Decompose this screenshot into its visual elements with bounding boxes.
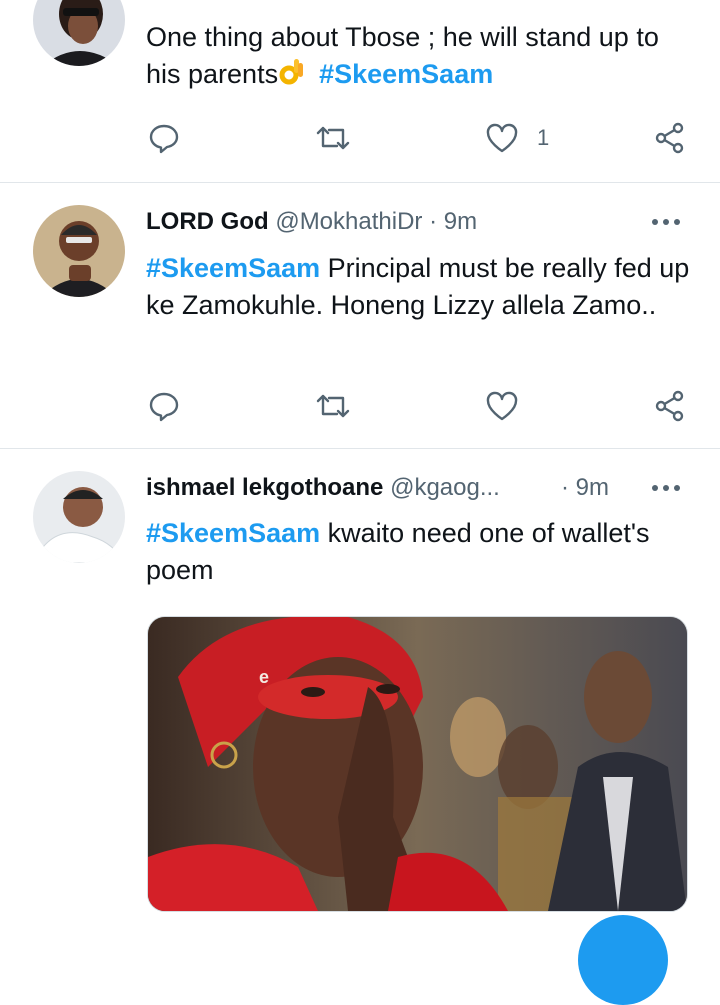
tweet-1[interactable]: One thing about Tbose ; he will stand up… xyxy=(0,0,720,182)
tweet-time: · 9m xyxy=(561,473,609,503)
author-handle[interactable]: @MokhathiDr xyxy=(275,208,422,235)
tweet-header: ishmael lekgothoane @kgaog... xyxy=(146,473,500,503)
heart-icon xyxy=(486,123,518,153)
media-watermark: e xyxy=(259,667,270,687)
more-icon xyxy=(674,485,680,491)
hashtag-link[interactable]: #SkeemSaam xyxy=(146,518,320,548)
media-photo xyxy=(148,617,687,911)
reply-button[interactable] xyxy=(148,120,180,156)
reply-button[interactable] xyxy=(148,388,180,424)
reply-icon xyxy=(149,124,179,154)
timestamp[interactable]: 9m xyxy=(576,474,609,501)
avatar-photo xyxy=(33,205,125,297)
separator-dot: · xyxy=(429,208,438,235)
avatar-photo xyxy=(33,0,125,66)
avatar[interactable] xyxy=(33,471,125,563)
share-button[interactable] xyxy=(654,388,686,424)
heart-icon xyxy=(486,391,518,421)
tweet-actions xyxy=(0,388,720,428)
author-handle[interactable]: @kgaog... xyxy=(390,474,500,501)
share-button[interactable] xyxy=(654,120,686,156)
tweet-text: #SkeemSaam Principal must be really fed … xyxy=(146,250,691,324)
more-icon xyxy=(674,219,680,225)
tweet-media-image[interactable]: e xyxy=(147,616,688,912)
hashtag-link[interactable]: #SkeemSaam xyxy=(146,253,320,283)
tweet-header: LORD God @MokhathiDr · 9m xyxy=(146,207,477,237)
hashtag-link[interactable]: #SkeemSaam xyxy=(319,59,493,89)
avatar[interactable] xyxy=(33,205,125,297)
author-name[interactable]: LORD God xyxy=(146,208,269,235)
tweet-text: One thing about Tbose ; he will stand up… xyxy=(146,19,691,93)
avatar-photo xyxy=(33,471,125,563)
more-options-button[interactable] xyxy=(652,485,682,493)
reply-icon xyxy=(149,392,179,422)
like-button[interactable] xyxy=(485,388,519,424)
author-name[interactable]: ishmael lekgothoane xyxy=(146,474,383,501)
ok-hand-emoji xyxy=(279,59,304,85)
retweet-button[interactable] xyxy=(315,120,351,156)
like-count: 1 xyxy=(537,125,550,150)
share-icon xyxy=(655,122,684,154)
avatar[interactable] xyxy=(33,0,125,66)
separator-dot: · xyxy=(561,474,569,501)
share-icon xyxy=(655,390,684,422)
more-icon xyxy=(663,485,669,491)
more-icon xyxy=(652,485,658,491)
retweet-icon xyxy=(316,394,350,418)
more-options-button[interactable] xyxy=(652,219,682,227)
retweet-button[interactable] xyxy=(315,388,351,424)
more-icon xyxy=(652,219,658,225)
tweet-text: #SkeemSaam kwaito need one of wallet's p… xyxy=(146,515,691,589)
compose-fab[interactable] xyxy=(578,915,668,1005)
timestamp[interactable]: 9m xyxy=(444,208,477,235)
tweet-actions: 1 xyxy=(0,120,720,160)
tweet-2[interactable]: LORD God @MokhathiDr · 9m #SkeemSaam Pri… xyxy=(0,183,720,448)
more-icon xyxy=(663,219,669,225)
like-button[interactable]: 1 xyxy=(485,120,549,156)
retweet-icon xyxy=(316,126,350,150)
